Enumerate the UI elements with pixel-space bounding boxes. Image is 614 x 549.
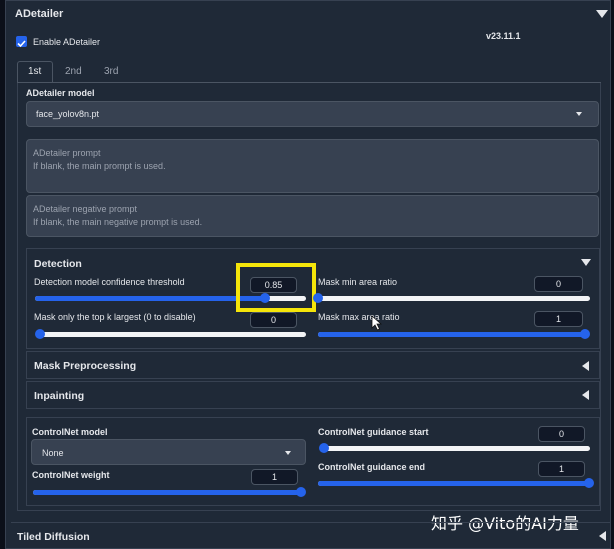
version-label: v23.11.1	[486, 31, 521, 41]
mask-min-slider[interactable]	[313, 293, 590, 303]
confidence-label: Detection model confidence threshold	[34, 277, 185, 287]
tiled-diffusion-expand-icon[interactable]	[599, 531, 606, 541]
controlnet-weight-slider-fill	[33, 490, 301, 495]
mask-preprocessing-expand-icon[interactable]	[582, 361, 589, 371]
mask-max-label: Mask max area ratio	[318, 312, 400, 322]
mask-min-input[interactable]: 0	[534, 276, 583, 292]
negative-prompt-placeholder: If blank, the main negative prompt is us…	[33, 217, 203, 227]
guidance-end-slider[interactable]	[318, 478, 594, 488]
controlnet-weight-slider-thumb[interactable]	[296, 487, 306, 497]
guidance-end-slider-fill	[318, 481, 589, 486]
top-k-slider[interactable]	[35, 329, 306, 339]
controlnet-weight-slider[interactable]	[33, 487, 306, 497]
mask-max-slider-thumb[interactable]	[580, 329, 590, 339]
model-label: ADetailer model	[26, 88, 95, 98]
mask-min-slider-thumb[interactable]	[313, 293, 323, 303]
highlight-box	[236, 263, 316, 312]
mask-min-label: Mask min area ratio	[318, 277, 398, 287]
top-k-slider-thumb[interactable]	[35, 329, 45, 339]
prompt-placeholder: If blank, the main prompt is used.	[33, 161, 166, 171]
controlnet-dropdown-arrow-icon	[285, 451, 291, 455]
detection-collapse-icon[interactable]	[581, 259, 591, 266]
accordion-title[interactable]: ADetailer	[15, 8, 63, 20]
controlnet-weight-input[interactable]: 1	[251, 469, 298, 485]
mask-preprocessing-title: Mask Preprocessing	[34, 360, 137, 372]
inpainting-title: Inpainting	[34, 390, 85, 402]
collapse-triangle-icon[interactable]	[596, 10, 608, 18]
tab-3rd[interactable]: 3rd	[104, 66, 118, 77]
inpainting-panel[interactable]	[26, 381, 600, 409]
guidance-end-input[interactable]: 1	[538, 461, 585, 477]
model-dropdown[interactable]	[26, 101, 599, 127]
guidance-end-label: ControlNet guidance end	[318, 462, 426, 472]
check-icon	[17, 40, 26, 48]
mask-max-slider[interactable]	[318, 329, 590, 339]
guidance-end-slider-thumb[interactable]	[584, 478, 594, 488]
prompt-label: ADetailer prompt	[33, 148, 101, 158]
tab-1st-label: 1st	[28, 66, 42, 77]
top-k-label: Mask only the top k largest (0 to disabl…	[34, 312, 196, 322]
confidence-slider-fill	[35, 296, 266, 301]
tab-2nd[interactable]: 2nd	[65, 66, 82, 77]
guidance-start-slider-thumb[interactable]	[319, 443, 329, 453]
tiled-diffusion-title[interactable]: Tiled Diffusion	[17, 531, 90, 543]
controlnet-model-label: ControlNet model	[32, 427, 108, 437]
guidance-start-input[interactable]: 0	[538, 426, 585, 442]
negative-prompt-label: ADetailer negative prompt	[33, 204, 138, 214]
enable-label: Enable ADetailer	[33, 37, 101, 47]
controlnet-weight-label: ControlNet weight	[32, 470, 110, 480]
mouse-cursor-icon	[371, 315, 383, 331]
dropdown-arrow-icon	[576, 112, 582, 116]
mask-max-slider-fill	[318, 332, 585, 337]
guidance-start-slider[interactable]	[319, 443, 590, 453]
negative-prompt-textarea[interactable]	[26, 195, 599, 237]
enable-checkbox[interactable]	[16, 36, 27, 48]
model-value: face_yolov8n.pt	[36, 109, 100, 119]
section-divider	[11, 522, 611, 523]
controlnet-model-value: None	[42, 448, 64, 458]
top-k-input[interactable]: 0	[250, 312, 297, 328]
detection-title[interactable]: Detection	[34, 258, 82, 270]
controlnet-model-dropdown[interactable]	[31, 439, 306, 465]
guidance-start-label: ControlNet guidance start	[318, 427, 429, 437]
mask-max-input[interactable]: 1	[534, 311, 583, 327]
inpainting-expand-icon[interactable]	[582, 390, 589, 400]
